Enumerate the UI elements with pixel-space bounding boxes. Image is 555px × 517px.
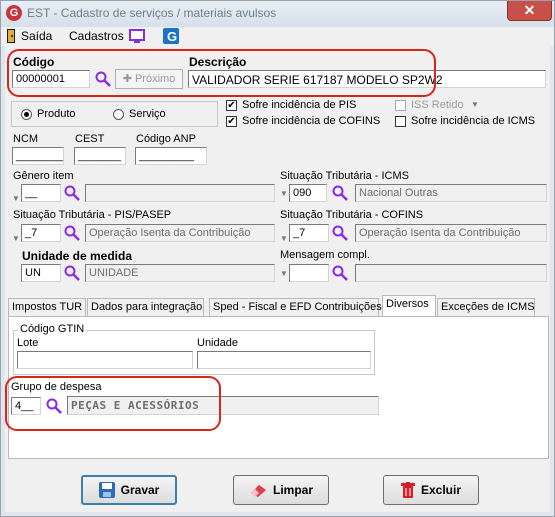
- ncm-label: NCM: [13, 133, 39, 145]
- tab-diversos[interactable]: Diversos: [382, 295, 436, 317]
- lote-label: Lote: [17, 337, 39, 349]
- produto-label: Produto: [37, 108, 76, 120]
- pin-pis-icon: ▼: [12, 234, 20, 243]
- grupo-despesa-label: Grupo de despesa: [11, 381, 102, 393]
- excluir-button[interactable]: Excluir: [383, 475, 479, 505]
- tab-impostos-tur[interactable]: Impostos TUR: [8, 298, 86, 316]
- cofins-label: Situação Tributária - COFINS: [280, 209, 424, 221]
- ncm-input[interactable]: ________: [12, 147, 64, 165]
- icms-checkbox-label: Sofre incidência de ICMS: [411, 115, 536, 127]
- tab-excecoes-icms[interactable]: Exceções de ICMS: [437, 298, 535, 316]
- search-mensagem-icon[interactable]: [332, 265, 348, 281]
- unidade-gtin-input[interactable]: [197, 351, 371, 369]
- mensagem-label: Mensagem compl.: [280, 249, 370, 261]
- pin-icms-icon: ▼: [280, 189, 288, 198]
- limpar-label: Limpar: [272, 483, 313, 497]
- tab-dados-integracao[interactable]: Dados para integração: [87, 298, 204, 316]
- cofins-checkbox[interactable]: ✔: [226, 116, 237, 127]
- main-window: G EST - Cadastro de serviços / materiais…: [0, 0, 555, 517]
- search-unidade-icon[interactable]: [64, 265, 80, 281]
- cest-input[interactable]: _______: [74, 147, 126, 165]
- limpar-button[interactable]: Limpar: [233, 475, 329, 505]
- anp-label: Código ANP: [136, 133, 196, 145]
- diversos-panel: Código GTIN Lote Unidade Grupo de despes…: [8, 316, 549, 459]
- lote-input[interactable]: [17, 351, 193, 369]
- descricao-label: Descrição: [189, 55, 247, 69]
- search-grupo-despesa-icon[interactable]: [46, 398, 62, 414]
- servico-radio[interactable]: [113, 109, 124, 120]
- unidade-label: Unidade de medida: [22, 249, 133, 263]
- icms-checkbox[interactable]: [395, 116, 406, 127]
- genero-desc-input: [85, 184, 275, 202]
- search-codigo-icon[interactable]: [95, 71, 111, 87]
- pin-iss-icon: ▼: [471, 100, 479, 109]
- close-button[interactable]: ✕: [507, 1, 552, 21]
- codigo-input[interactable]: 00000001: [12, 70, 90, 88]
- unidade-gtin-label: Unidade: [197, 337, 238, 349]
- g-logo-icon[interactable]: G: [163, 28, 179, 44]
- pis-desc-input: Operação Isenta da Contribuição: [85, 224, 275, 242]
- excluir-label: Excluir: [420, 483, 462, 497]
- codigo-label: Código: [13, 55, 55, 69]
- anp-input[interactable]: _________: [135, 147, 207, 165]
- search-genero-icon[interactable]: [64, 185, 80, 201]
- iss-checkbox-label: ISS Retido: [411, 99, 464, 111]
- gtin-group-label: Código GTIN: [18, 323, 87, 335]
- window-title: EST - Cadastro de serviços / materiais a…: [27, 6, 277, 20]
- cofins-desc-input: Operação Isenta da Contribuição: [355, 224, 547, 242]
- pin-cofins-icon: ▼: [280, 234, 288, 243]
- genero-label: Gênero item: [13, 170, 74, 182]
- icms-label: Situação Tributária - ICMS: [280, 170, 409, 182]
- cofins-checkbox-label: Sofre incidência de COFINS: [242, 115, 381, 127]
- svg-text:G: G: [167, 29, 177, 44]
- icms-desc-input: Nacional Outras: [355, 184, 547, 202]
- pis-label: Situação Tributária - PIS/PASEP: [13, 209, 172, 221]
- app-logo-icon: G: [6, 5, 22, 21]
- mensagem-desc-input: [355, 264, 547, 282]
- descricao-input[interactable]: VALIDADOR SERIE 617187 MODELO SP2W2: [188, 70, 546, 88]
- title-bar[interactable]: G EST - Cadastro de serviços / materiais…: [1, 1, 554, 27]
- form-area: Código 00000001 ✚ Próximo Descrição VALI…: [5, 46, 550, 512]
- icms-code-input[interactable]: 090: [289, 184, 327, 202]
- mensagem-code-input[interactable]: [289, 264, 329, 282]
- tab-sped[interactable]: Sped - Fiscal e EFD Contribuições: [209, 298, 382, 316]
- cofins-code-input[interactable]: _7: [289, 224, 329, 242]
- pis-checkbox[interactable]: ✔: [226, 100, 237, 111]
- cest-label: CEST: [75, 133, 105, 145]
- plus-icon: ✚: [122, 73, 135, 85]
- menu-bar: Saída Cadastros G: [1, 27, 554, 46]
- unidade-desc-input: UNIDADE: [85, 264, 275, 282]
- trash-icon: [400, 482, 415, 498]
- servico-label: Serviço: [129, 108, 166, 120]
- pis-code-input[interactable]: _7: [21, 224, 61, 242]
- iss-checkbox[interactable]: [395, 100, 406, 111]
- pis-checkbox-label: Sofre incidência de PIS: [242, 99, 357, 111]
- produto-radio[interactable]: [21, 109, 32, 120]
- gravar-button[interactable]: Gravar: [81, 475, 177, 505]
- genero-code-input[interactable]: __: [21, 184, 61, 202]
- pin-genero-icon: ▼: [12, 194, 20, 203]
- monitor-icon[interactable]: [129, 29, 145, 44]
- unidade-code-input[interactable]: UN: [21, 264, 61, 282]
- save-floppy-icon: [98, 482, 115, 498]
- search-pis-icon[interactable]: [64, 225, 80, 241]
- menu-exit[interactable]: Saída: [21, 29, 52, 43]
- search-icms-icon[interactable]: [332, 185, 348, 201]
- gravar-label: Gravar: [120, 483, 160, 497]
- pin-mensagem-icon: ▼: [280, 269, 288, 278]
- exit-door-icon: [7, 29, 15, 43]
- grupo-despesa-code-input[interactable]: 4__: [11, 397, 41, 415]
- proximo-label: Próximo: [134, 73, 176, 85]
- search-cofins-icon[interactable]: [332, 225, 348, 241]
- eraser-icon: [250, 485, 266, 497]
- proximo-button[interactable]: ✚ Próximo: [115, 69, 183, 89]
- menu-cadastros[interactable]: Cadastros: [69, 29, 124, 43]
- grupo-despesa-desc-input: PEÇAS E ACESSÓRIOS: [67, 396, 379, 415]
